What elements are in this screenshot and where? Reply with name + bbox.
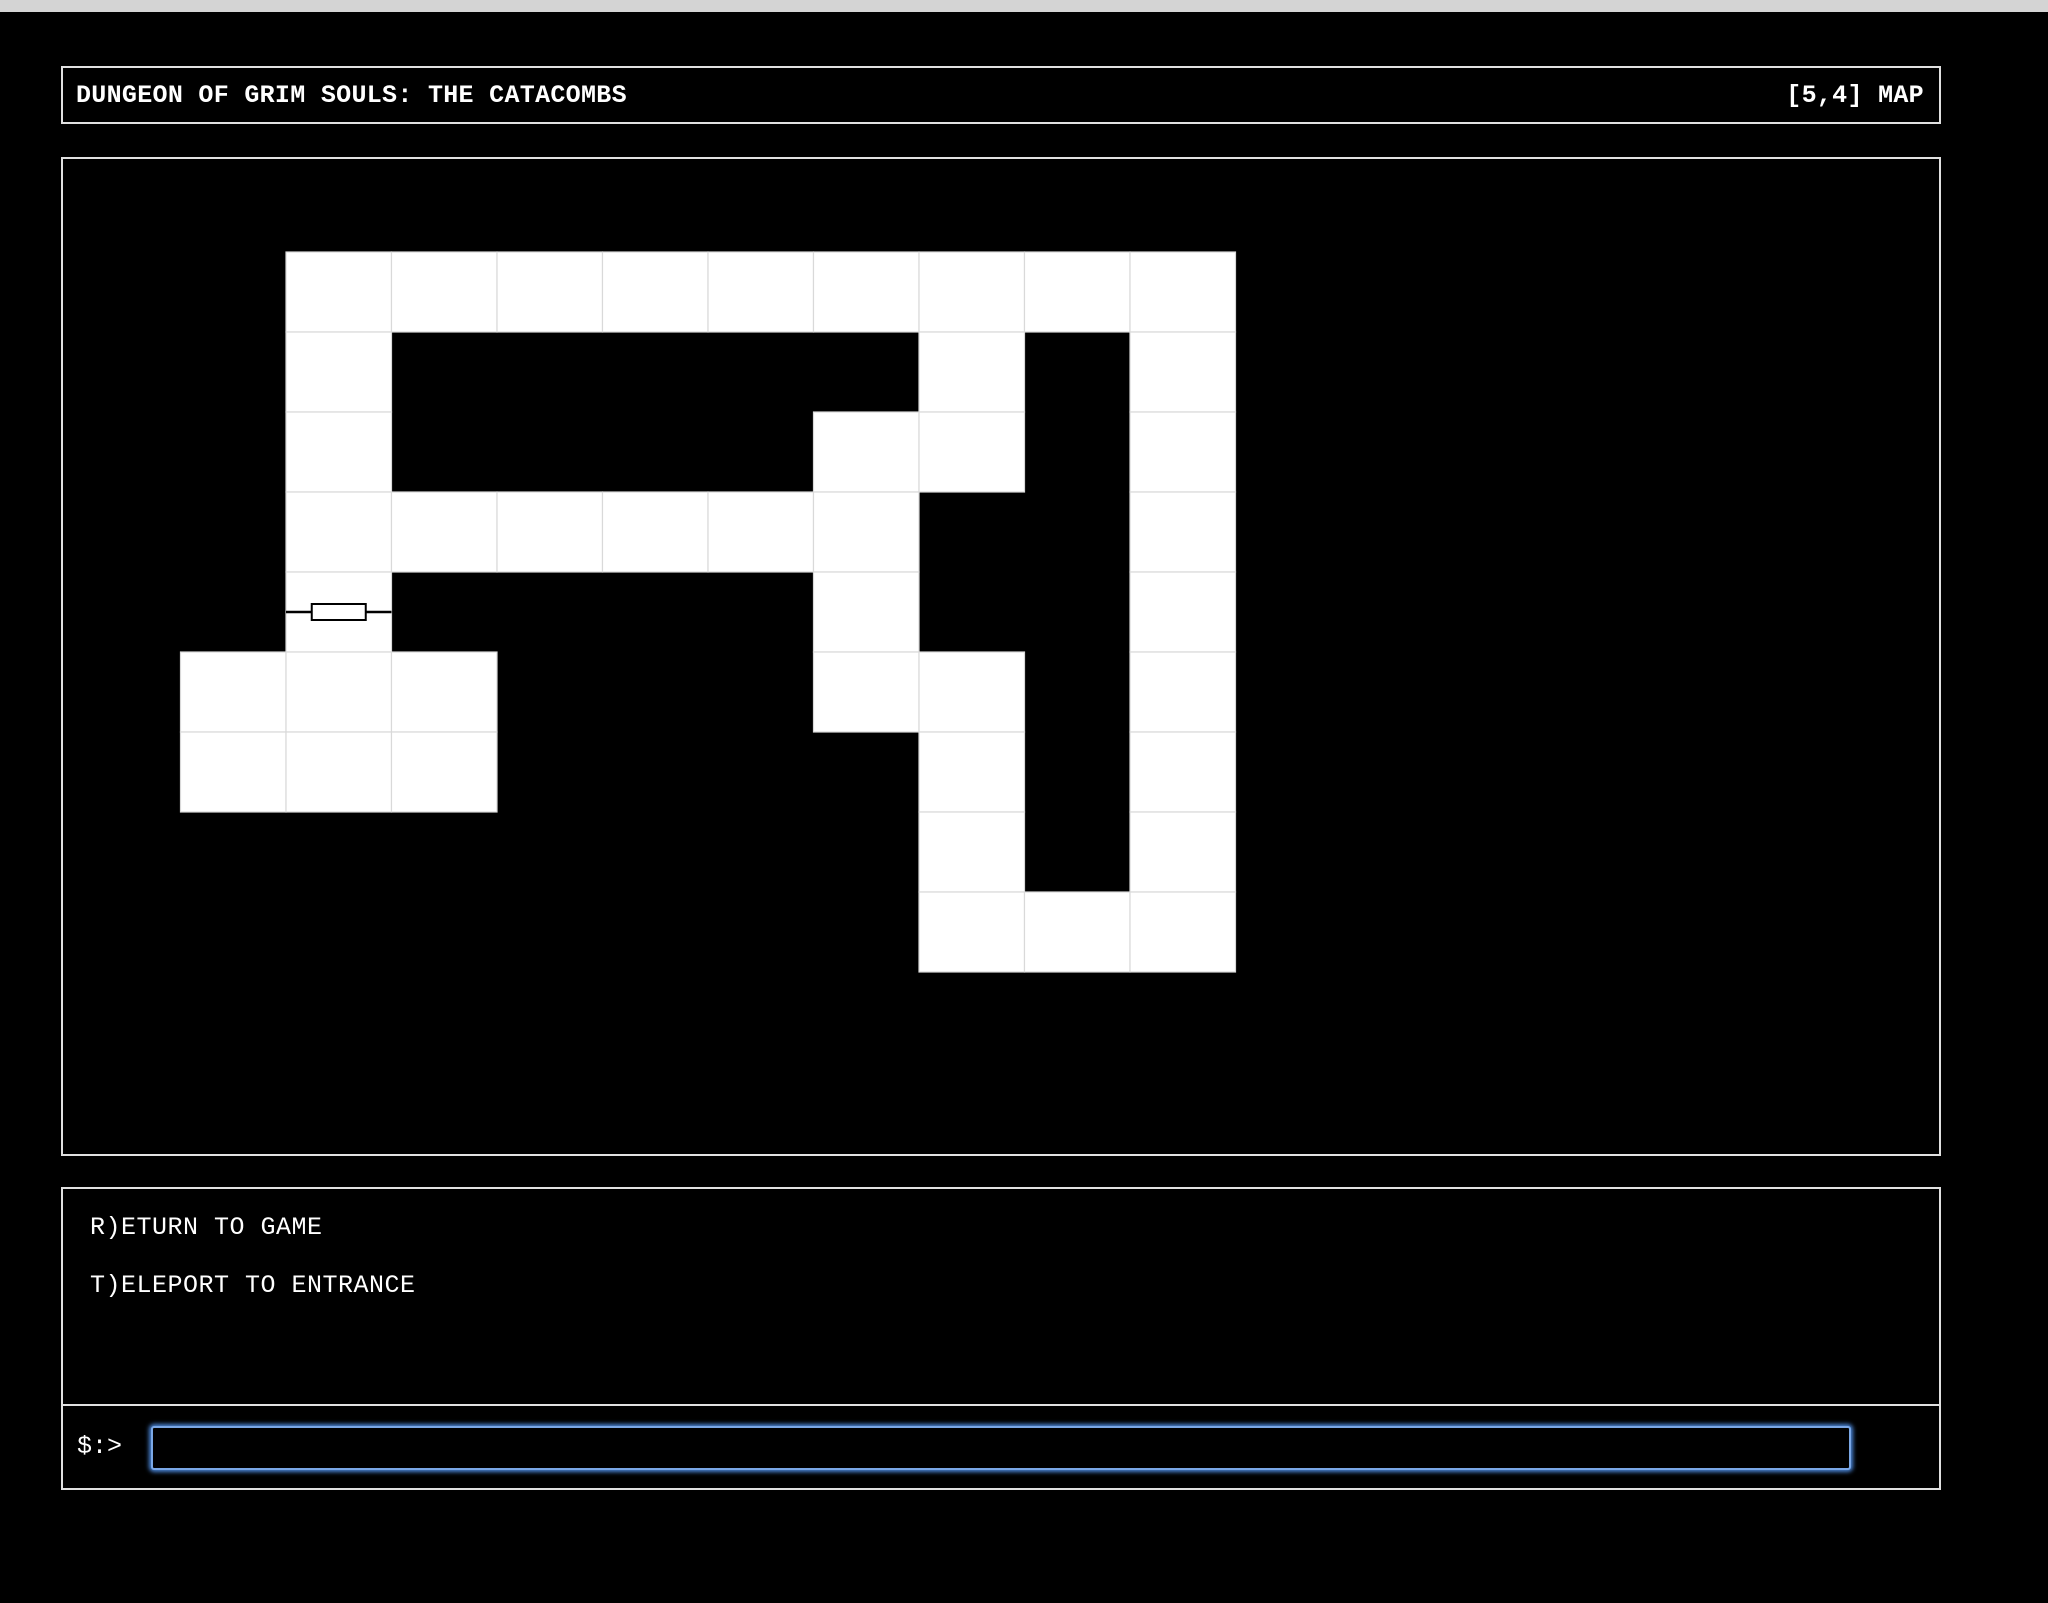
- game-title: DUNGEON OF GRIM SOULS: THE CATACOMBS: [76, 80, 627, 110]
- map-cell: [1129, 811, 1237, 893]
- map-cell: [918, 731, 1026, 813]
- map-cell: [390, 651, 498, 733]
- map-cell: [390, 251, 498, 333]
- map-cell: [285, 331, 393, 413]
- map-cell: [285, 651, 393, 733]
- map-cell: [812, 411, 920, 493]
- map-coordinates: [5,4] MAP: [1786, 80, 1924, 110]
- map-cell: [285, 731, 393, 813]
- map-cell: [601, 491, 709, 573]
- map-cell: [1023, 891, 1131, 973]
- map-cell: [1129, 571, 1237, 653]
- map-cell: [1129, 411, 1237, 493]
- map-cell: [812, 491, 920, 573]
- map-cell: [1129, 891, 1237, 973]
- command-input[interactable]: [151, 1426, 1851, 1470]
- menu-panel: R)ETURN TO GAME T)ELEPORT TO ENTRANCE: [61, 1187, 1941, 1405]
- map-cell: [918, 251, 1026, 333]
- map-cell: [1129, 651, 1237, 733]
- return-to-game-option[interactable]: R)ETURN TO GAME: [90, 1213, 1939, 1243]
- map-cell: [285, 251, 393, 333]
- map-cell: [1129, 491, 1237, 573]
- map-cell: [1129, 731, 1237, 813]
- title-bar: DUNGEON OF GRIM SOULS: THE CATACOMBS [5,…: [61, 66, 1941, 124]
- map-cell: [1129, 251, 1237, 333]
- map-cell: [285, 491, 393, 573]
- map-cell: [918, 331, 1026, 413]
- teleport-to-entrance-option[interactable]: T)ELEPORT TO ENTRANCE: [90, 1271, 1939, 1301]
- map-cell: [1023, 251, 1131, 333]
- map-cell: [707, 251, 815, 333]
- map-cell: [812, 571, 920, 653]
- map-cell: [285, 571, 393, 653]
- map-cell: [918, 651, 1026, 733]
- map-cell: [285, 411, 393, 493]
- map-cell: [1129, 331, 1237, 413]
- map-cell: [496, 491, 604, 573]
- map-cell: [812, 651, 920, 733]
- map-cell: [918, 891, 1026, 973]
- map-cell: [390, 731, 498, 813]
- map-cell: [179, 651, 287, 733]
- command-prompt-panel: $:>: [61, 1404, 1941, 1490]
- map-cell: [179, 731, 287, 813]
- prompt-label: $:>: [77, 1432, 123, 1461]
- map-cell: [390, 491, 498, 573]
- map-cell: [601, 251, 709, 333]
- map-cell: [918, 411, 1026, 493]
- map-cell: [918, 811, 1026, 893]
- map-cell: [707, 491, 815, 573]
- map-cell: [496, 251, 604, 333]
- map-cell: [812, 251, 920, 333]
- window-top-strip: [0, 0, 2048, 12]
